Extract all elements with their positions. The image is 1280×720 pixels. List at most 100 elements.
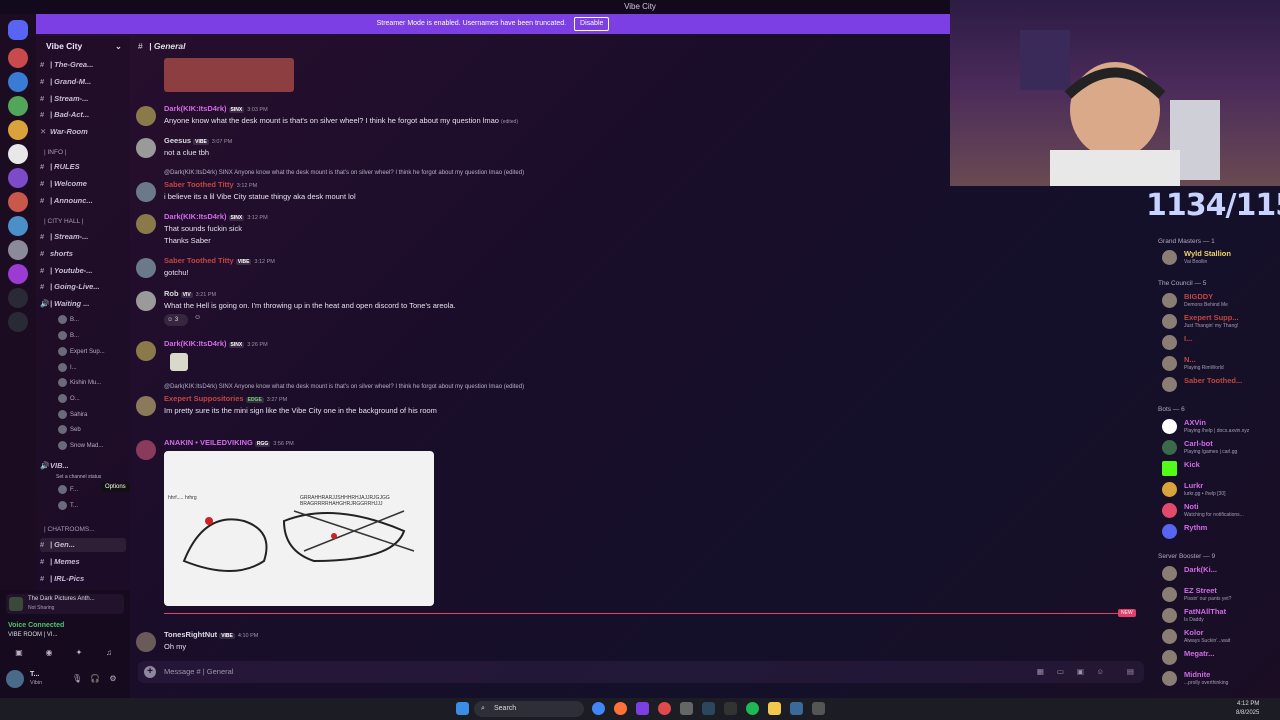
voice-user[interactable]: F... [58,483,78,497]
discord-icon[interactable] [636,702,649,715]
app-icon[interactable] [658,702,671,715]
sticker-image[interactable] [170,353,188,371]
member-item[interactable]: EZ Street Pissin' our pants yet? [1162,585,1280,605]
camera-icon[interactable]: ◉ [44,648,54,658]
taskbar-search[interactable]: ⌕ Search [474,701,584,717]
server-icon[interactable] [8,144,28,164]
member-item[interactable]: Kick [1162,459,1280,479]
add-reaction-icon[interactable]: ☺ [194,314,206,326]
voice-user[interactable]: Snow Mad... [58,439,103,453]
message-author[interactable]: Saber Toothed Titty VIBE 3:12 PM [164,256,275,265]
member-item[interactable]: Noti Watching for notifications... [1162,501,1280,521]
chrome-icon[interactable] [592,702,605,715]
member-item[interactable]: Megatr... [1162,648,1280,668]
member-item[interactable]: Carl-bot Playing /games | carl.gg [1162,438,1280,458]
avatar[interactable] [136,341,156,361]
message-author[interactable]: Dark(KIK:ItsD4rk) SINX 3:12 PM [164,212,268,221]
voice-user[interactable]: Seb [58,423,81,437]
channel-item[interactable]: # | Stream-... [40,92,88,106]
voice-user[interactable]: B... [58,329,79,343]
avatar[interactable] [136,106,156,126]
channel-item[interactable]: # | IRL-Pics [40,572,84,586]
steam-icon[interactable] [702,702,715,715]
channel-status[interactable]: Set a channel status [56,470,101,484]
server-icon[interactable] [8,168,28,188]
member-item[interactable]: Wyld Stallion Vai Boollin [1162,248,1280,268]
terminal-icon[interactable] [724,702,737,715]
folder-icon[interactable] [768,702,781,715]
server-name[interactable]: Vibe City ⌄ [36,36,130,56]
disable-button[interactable]: Disable [574,17,610,31]
activity-card[interactable]: The Dark Pictures Anth... Not Sharing [6,594,124,614]
member-item[interactable]: Exepert Supp... Just Thangin' my Thang! [1162,312,1280,332]
server-icon[interactable] [8,96,28,116]
channel-item[interactable]: # | Bad-Act... [40,108,89,122]
microphone-icon[interactable]: 🎙 [72,674,82,684]
voice-user[interactable]: T... [58,499,78,513]
avatar[interactable] [136,214,156,234]
channel-item-general[interactable]: # | Gen... [40,538,126,552]
member-item[interactable]: Dark(Ki... [1162,564,1280,584]
image-attachment[interactable] [164,58,294,92]
server-icon[interactable] [8,216,28,236]
screen-share-icon[interactable]: ▣ [14,648,24,658]
add-attachment-icon[interactable]: + [144,666,156,678]
spotify-icon[interactable] [746,702,759,715]
member-item[interactable]: Rythm [1162,522,1280,542]
channel-item[interactable]: # | Welcome [40,177,87,191]
add-server-icon[interactable] [8,288,28,308]
home-icon[interactable] [8,20,28,40]
firefox-icon[interactable] [614,702,627,715]
message-author[interactable]: Geesus VIBE 3:07 PM [164,136,232,145]
voice-user[interactable]: Sahira [58,408,87,422]
message-author[interactable]: Dark(KIK:ItsD4rk) SINX 3:26 PM [164,339,268,348]
message-author[interactable]: ANAKIN • VEILEDVIKING RGG 3:56 PM [164,438,294,447]
voice-room[interactable]: VIBE ROOM | VI... [8,632,58,638]
member-item[interactable]: Lurkr lurkr.gg • /help [30] [1162,480,1280,500]
member-item[interactable]: AXVin Playing /help | docs.axvin.xyz [1162,417,1280,437]
message-author[interactable]: Rob VIV 3:21 PM [164,289,216,298]
app-icon[interactable] [812,702,825,715]
server-icon[interactable] [8,264,28,284]
avatar[interactable] [6,670,24,688]
server-icon[interactable] [8,120,28,140]
member-item[interactable]: BIGDDY Demons Behind Me [1162,291,1280,311]
member-item[interactable]: I... [1162,333,1280,353]
server-icon[interactable] [8,48,28,68]
channel-item[interactable]: # | Stream-... [40,230,88,244]
voice-user[interactable]: O... [58,392,80,406]
message-author[interactable]: TonesRightNut VIBE 4:10 PM [164,630,258,639]
avatar[interactable] [136,258,156,278]
discover-icon[interactable] [8,312,28,332]
avatar[interactable] [136,440,156,460]
image-attachment[interactable]: hhrf..... hrhrg GRRAHHRARJJSHHHRHJAJJRJG… [164,451,434,606]
reply-preview[interactable]: @Dark(KIK:ItsD4rk) SINX Anyone know what… [164,170,524,176]
voice-user[interactable]: I... [58,361,77,375]
member-item[interactable]: N... Playing RimWorld [1162,354,1280,374]
server-icon[interactable] [8,240,28,260]
server-icon[interactable] [8,72,28,92]
message-author[interactable]: Dark(KIK:ItsD4rk) SINX 3:03 PM [164,104,268,113]
category-info[interactable]: | INFO | [44,149,67,156]
category-city-hall[interactable]: | CITY HALL | [44,218,84,225]
reaction-button[interactable]: ☺ 3 [164,314,188,326]
avatar[interactable] [136,291,156,311]
channel-item[interactable]: ✕ War-Room [40,125,88,139]
message-input[interactable]: + Message # | General ▦ ▭ ▣ ☺ ▤ [138,661,1144,683]
activity-icon[interactable]: ✦ [74,648,84,658]
message-author[interactable]: Saber Toothed Titty 3:12 PM [164,180,257,189]
server-icon[interactable] [8,192,28,212]
gift-icon[interactable]: ▦ [1037,661,1044,683]
taskbar-clock[interactable]: 4:12 PM 8/8/2025 [1236,700,1259,718]
headphones-icon[interactable]: 🎧 [90,674,100,684]
message-author[interactable]: Exepert Suppositories EDGE 3:27 PM [164,394,287,403]
voice-channel-item[interactable]: 🔊| Waiting ... [40,297,89,311]
avatar[interactable] [136,138,156,158]
gear-icon[interactable]: ⚙ [108,674,118,684]
avatar[interactable] [136,396,156,416]
channel-item[interactable]: # shorts [40,247,73,261]
apps-icon[interactable]: ▤ [1127,661,1134,683]
app-icon[interactable] [680,702,693,715]
member-item[interactable]: Midnite ...prolly overthinking [1162,669,1280,689]
voice-user[interactable]: Expert Sup... [58,345,105,359]
